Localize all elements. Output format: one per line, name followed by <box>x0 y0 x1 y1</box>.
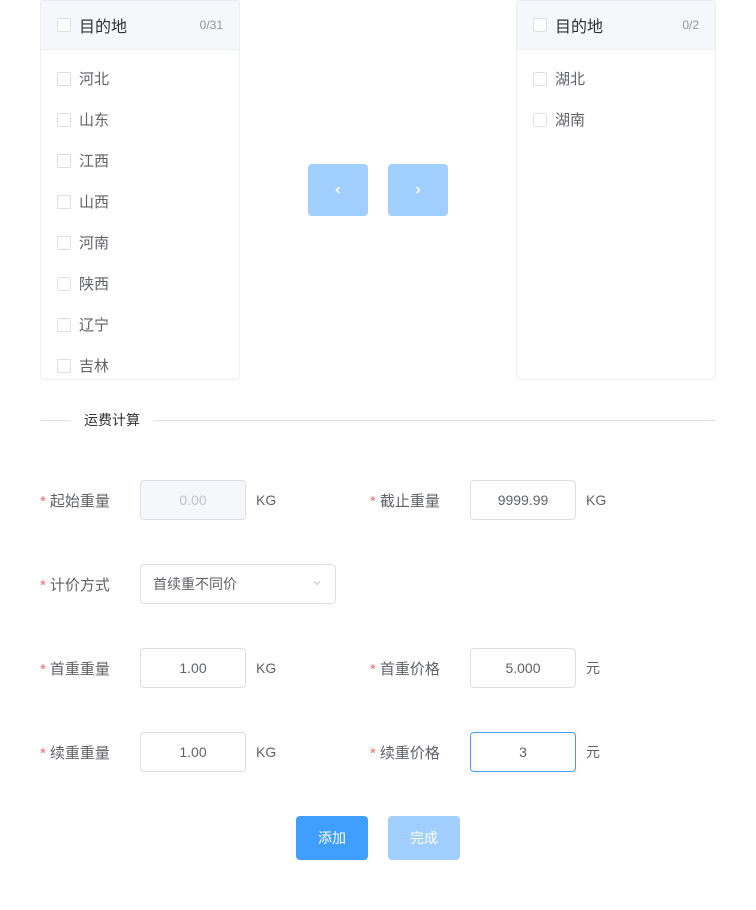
item-label: 吉林 <box>79 355 109 376</box>
divider-line <box>154 420 716 421</box>
chevron-right-icon <box>412 184 424 196</box>
cont-weight-unit: KG <box>256 744 276 760</box>
list-item[interactable]: 河南 <box>41 222 239 263</box>
right-panel-body: 湖北湖南 <box>517 50 715 379</box>
right-panel-count: 0/2 <box>682 18 699 32</box>
first-weight-unit: KG <box>256 660 276 676</box>
left-panel-header: 目的地 0/31 <box>41 1 239 50</box>
pricing-method-label: 计价方式 <box>40 574 140 595</box>
left-panel-count: 0/31 <box>200 18 223 32</box>
list-item[interactable]: 江西 <box>41 140 239 181</box>
end-weight-label: 截止重量 <box>370 490 470 511</box>
item-label: 陕西 <box>79 273 109 294</box>
item-label: 江西 <box>79 150 109 171</box>
left-select-all-checkbox[interactable] <box>57 18 71 32</box>
item-label: 山东 <box>79 109 109 130</box>
list-item[interactable]: 湖北 <box>517 58 715 99</box>
item-checkbox[interactable] <box>57 359 71 373</box>
chevron-left-icon <box>332 184 344 196</box>
list-item[interactable]: 山西 <box>41 181 239 222</box>
done-button[interactable]: 完成 <box>388 816 460 860</box>
right-select-all-checkbox[interactable] <box>533 18 547 32</box>
left-panel-body: 河北山东江西山西河南陕西辽宁吉林 <box>41 50 239 379</box>
section-divider: 运费计算 <box>0 380 756 440</box>
list-item[interactable]: 吉林 <box>41 345 239 379</box>
list-item[interactable]: 山东 <box>41 99 239 140</box>
divider-line <box>40 420 70 421</box>
cont-weight-input[interactable] <box>140 732 246 772</box>
pricing-method-select[interactable]: 首续重不同价 <box>140 564 336 604</box>
item-checkbox[interactable] <box>57 195 71 209</box>
first-weight-label: 首重重量 <box>40 658 140 679</box>
first-weight-input[interactable] <box>140 648 246 688</box>
start-weight-input <box>140 480 246 520</box>
cont-price-label: 续重价格 <box>370 742 470 763</box>
end-weight-input[interactable] <box>470 480 576 520</box>
item-label: 河北 <box>79 68 109 89</box>
item-checkbox[interactable] <box>533 72 547 86</box>
list-item[interactable]: 湖南 <box>517 99 715 140</box>
item-checkbox[interactable] <box>57 277 71 291</box>
start-weight-unit: KG <box>256 492 276 508</box>
pricing-method-value: 首续重不同价 <box>153 574 237 594</box>
left-panel-title: 目的地 <box>79 13 200 37</box>
transfer-buttons <box>240 164 516 216</box>
item-label: 湖北 <box>555 68 585 89</box>
transfer-left-button[interactable] <box>308 164 368 216</box>
item-checkbox[interactable] <box>57 72 71 86</box>
list-item[interactable]: 辽宁 <box>41 304 239 345</box>
right-transfer-panel: 目的地 0/2 湖北湖南 <box>516 0 716 380</box>
add-button[interactable]: 添加 <box>296 816 368 860</box>
end-weight-unit: KG <box>586 492 606 508</box>
item-checkbox[interactable] <box>57 236 71 250</box>
list-item[interactable]: 陕西 <box>41 263 239 304</box>
item-label: 辽宁 <box>79 314 109 335</box>
section-title: 运费计算 <box>70 410 154 430</box>
transfer-right-button[interactable] <box>388 164 448 216</box>
item-checkbox[interactable] <box>57 318 71 332</box>
item-checkbox[interactable] <box>533 113 547 127</box>
cont-price-unit: 元 <box>586 742 600 762</box>
item-label: 湖南 <box>555 109 585 130</box>
first-price-unit: 元 <box>586 658 600 678</box>
item-checkbox[interactable] <box>57 154 71 168</box>
cont-weight-label: 续重重量 <box>40 742 140 763</box>
first-price-label: 首重价格 <box>370 658 470 679</box>
first-price-input[interactable] <box>470 648 576 688</box>
cont-price-input[interactable] <box>470 732 576 772</box>
left-transfer-panel: 目的地 0/31 河北山东江西山西河南陕西辽宁吉林 <box>40 0 240 380</box>
start-weight-label: 起始重量 <box>40 490 140 511</box>
right-panel-title: 目的地 <box>555 13 682 37</box>
item-label: 山西 <box>79 191 109 212</box>
right-panel-header: 目的地 0/2 <box>517 1 715 50</box>
chevron-down-icon <box>311 576 323 592</box>
item-label: 河南 <box>79 232 109 253</box>
item-checkbox[interactable] <box>57 113 71 127</box>
list-item[interactable]: 河北 <box>41 58 239 99</box>
